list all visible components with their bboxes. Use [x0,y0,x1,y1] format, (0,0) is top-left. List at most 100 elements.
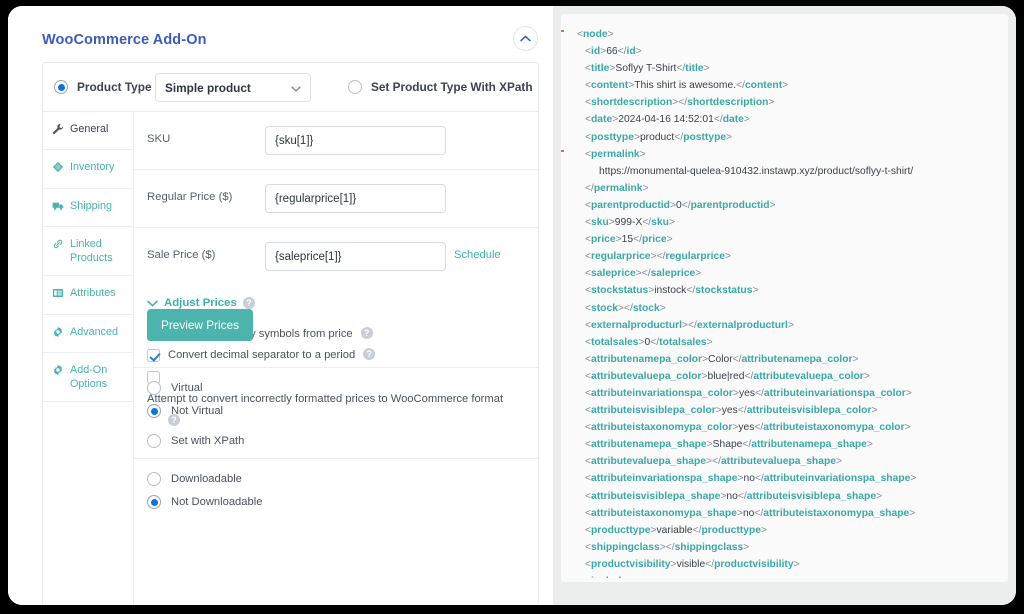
general-tab-content: SKU {sku[1]} Regular Price ($) {regularp… [134,112,538,605]
cube-icon [52,161,64,177]
sale-price-input[interactable]: {saleprice[1]} [265,242,446,271]
list-icon [52,287,64,303]
truck-icon [52,200,64,216]
xpath-radio-dot[interactable] [348,80,362,94]
tab-advanced[interactable]: Advanced [43,315,133,353]
tab-general[interactable]: General [43,112,133,151]
tab-addon-options[interactable]: Add-On Options [43,353,133,403]
collapse-toggle-icon[interactable] [561,149,564,152]
downloadable-label: Downloadable [171,473,242,485]
xml-line: <attributeistaxonomypa_shape>no</attribu… [585,507,916,519]
set-with-xpath-label: Set with XPath [171,435,245,447]
xml-line-partial: <includ [567,573,998,578]
not-downloadable-radio-dot[interactable] [147,495,161,509]
xml-line: <title>Soflyy T-Shirt</title> [585,63,710,75]
tab-addon-options-label: Add-On Options [70,363,108,390]
not-virtual-radio-dot[interactable] [147,404,161,418]
tab-general-label: General [70,123,109,135]
xml-line: <parentproductid>0</parentproductid> [585,199,776,211]
set-with-xpath-radio-dot[interactable] [147,434,161,448]
virtual-label: Virtual [171,382,203,394]
tab-linked-products[interactable]: Linked Products [43,227,133,277]
regular-price-input[interactable]: {regularprice[1]} [265,184,446,213]
adjust-prices-label[interactable]: Adjust Prices [164,297,237,309]
xml-code-view[interactable]: <node> <id>66</id> <title>Soflyy T-Shirt</… [561,14,1008,582]
product-type-label: Product Type [77,80,152,94]
panel-header: WooCommerce Add-On [30,24,538,64]
xml-line: <permalink> [561,146,998,163]
preview-prices-button[interactable]: Preview Prices [147,309,253,341]
xml-line: <externalproducturl></externalproducturl… [585,319,794,331]
xml-line: <attributeisvisiblepa_color>yes</attribu… [585,405,878,417]
set-product-type-with-xpath-radio[interactable]: Set Product Type With XPath [348,80,533,94]
xml-line: <attributenamepa_color>Color</attributen… [585,353,859,365]
checkbox-row: Convert decimal separator to a period ? [147,348,517,363]
schedule-link[interactable]: Schedule [454,249,501,261]
woocommerce-addon-panel: WooCommerce Add-On Product Type Simple p… [8,6,553,605]
xml-line: <shortdescription></shortdescription> [585,97,775,109]
convert-decimal-separator-checkbox[interactable] [147,349,160,363]
xml-line: <productvisibility>visible</productvisib… [585,558,800,570]
xml-line: <shippingclass></shippingclass> [585,541,750,553]
tab-attributes-label: Attributes [70,287,116,300]
not-virtual-label: Not Virtual [171,405,224,417]
help-icon[interactable]: ? [360,327,373,339]
page-title: WooCommerce Add-On [42,32,207,48]
xml-line: <totalsales>0</totalsales> [585,336,713,348]
xml-line: <attributenamepa_shape>Shape</attributen… [585,439,873,451]
tab-attributes[interactable]: Attributes [43,276,133,315]
product-type-select[interactable]: Simple product [155,73,311,102]
regular-price-field-row: Regular Price ($) {regularprice[1]} [134,170,538,228]
virtual-option-row[interactable]: Virtual [147,381,538,395]
downloadable-radio-dot[interactable] [147,472,161,486]
set-with-xpath-option-row[interactable]: Set with XPath [147,434,538,448]
chevron-up-icon[interactable] [513,26,538,51]
help-icon[interactable]: ? [363,348,376,361]
downloadable-radio-group: Downloadable Not Downloadable [134,458,538,521]
help-icon[interactable]: ? [242,296,255,309]
sku-label: SKU [147,133,171,145]
xml-line: <attributevaluepa_shape></attributevalue… [585,456,842,468]
virtual-radio-dot[interactable] [147,381,161,395]
xml-line: </permalink> [585,182,649,194]
product-type-radio[interactable]: Product Type [54,80,152,94]
collapse-toggle-icon[interactable] [561,30,564,32]
virtual-radio-group: Virtual Not Virtual Set with XPath [134,367,538,460]
xml-line: <node> [561,26,998,43]
xml-line: <regularprice></regularprice> [585,251,731,263]
gear-icon [52,364,64,380]
xml-line: <stockstatus>instock</stockstatus> [585,285,759,297]
xml-line: <producttype>variable</producttype> [585,524,767,536]
app-card: WooCommerce Add-On Product Type Simple p… [8,6,1016,605]
xml-preview-panel: <node> <id>66</id> <title>Soflyy T-Shirt</… [553,6,1016,605]
wrench-icon [52,123,64,139]
downloadable-option-row[interactable]: Downloadable [147,472,538,486]
not-virtual-option-row[interactable]: Not Virtual [147,404,538,418]
xml-line: <saleprice></saleprice> [585,268,702,280]
sku-input[interactable]: {sku[1]} [265,126,446,155]
xml-line: <attributevaluepa_color>blue|red</attrib… [585,370,870,382]
xpath-radio-label: Set Product Type With XPath [371,80,533,94]
tab-shipping[interactable]: Shipping [43,189,133,227]
tab-advanced-label: Advanced [70,325,119,338]
tab-list: General Inventory Shipping Linked Produc… [43,112,134,605]
xml-line: <id>66</id> [585,46,642,58]
tab-linked-products-label: Linked Products [70,237,113,264]
xml-line: <price>15</price> [585,234,673,246]
regular-price-label: Regular Price ($) [147,191,233,203]
xml-line: <posttype>product</posttype> [585,131,733,143]
not-downloadable-option-row[interactable]: Not Downloadable [147,495,538,509]
xml-line: <date>2024-04-16 14:52:01</date> [585,114,750,126]
form-body: General Inventory Shipping Linked Produc… [43,112,538,605]
sale-price-field-row: Sale Price ($) {saleprice[1]} Schedule [134,228,538,286]
not-downloadable-label: Not Downloadable [171,496,263,508]
product-type-radio-dot[interactable] [54,80,68,94]
product-form-box: Product Type Simple product Set Product … [42,62,539,605]
xml-line: https://monumental-quelea-910432.instawp… [599,165,914,177]
xml-line: <attributeisvisiblepa_shape>no</attribut… [585,490,883,502]
product-type-row: Product Type Simple product Set Product … [43,63,538,112]
tab-inventory[interactable]: Inventory [43,150,133,189]
xml-line: <attributeinvariationspa_shape>no</attri… [585,473,917,485]
xml-line: <content>This shirt is awesome.</content… [585,80,789,92]
xml-line: <sku>999-X</sku> [585,217,675,229]
